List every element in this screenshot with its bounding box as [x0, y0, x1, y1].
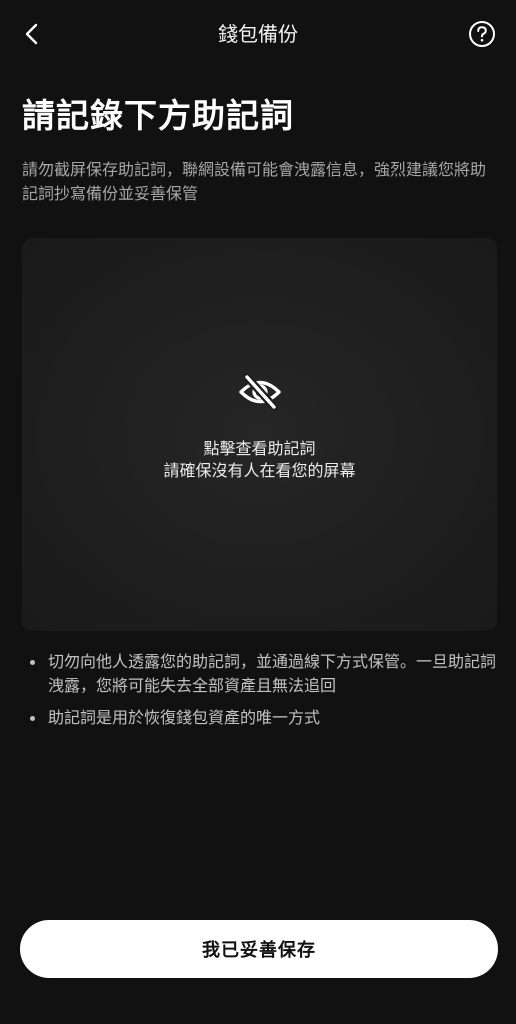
bullet-dot — [30, 660, 35, 665]
tips-list: 切勿向他人透露您的助記詞，並通過線下方式保管。一旦助記詞洩露，您將可能失去全部資… — [22, 650, 496, 738]
tip-text: 助記詞是用於恢復錢包資產的唯一方式 — [48, 708, 321, 727]
tip-text: 切勿向他人透露您的助記詞，並通過線下方式保管。一旦助記詞洩露，您將可能失去全部資… — [48, 652, 497, 695]
eye-off-icon — [239, 374, 281, 410]
privacy-reminder: 請確保沒有人在看您的屏幕 — [163, 461, 356, 480]
list-item: 切勿向他人透露您的助記詞，並通過線下方式保管。一旦助記詞洩露，您將可能失去全部資… — [22, 650, 496, 698]
page-title: 請記錄下方助記詞 — [22, 96, 294, 135]
confirm-saved-button[interactable]: 我已妥善保存 — [20, 920, 498, 978]
nav-title: 錢包備份 — [218, 22, 298, 46]
question-circle-icon — [469, 21, 495, 47]
reveal-instruction: 點擊查看助記詞 — [203, 439, 316, 458]
bullet-dot — [30, 716, 35, 721]
help-button[interactable] — [466, 18, 498, 50]
list-item: 助記詞是用於恢復錢包資產的唯一方式 — [22, 706, 496, 730]
mnemonic-reveal-panel[interactable]: 點擊查看助記詞 請確保沒有人在看您的屏幕 — [22, 238, 497, 631]
warning-description: 請勿截屏保存助記詞，聯網設備可能會洩露信息，強烈建議您將助記詞抄寫備份並妥善保管 — [22, 160, 487, 203]
top-navigation-bar: 錢包備份 — [0, 0, 516, 68]
